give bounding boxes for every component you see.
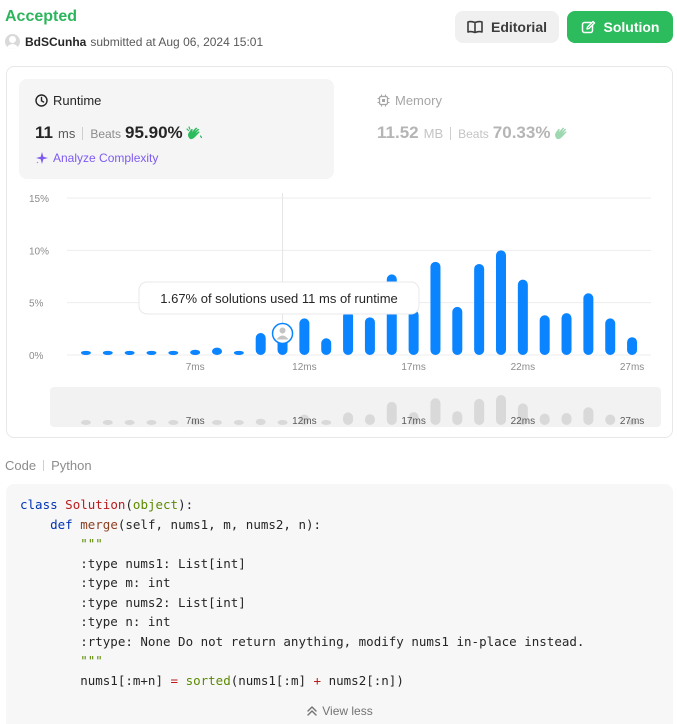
status-accepted: Accepted xyxy=(5,8,78,25)
range-bar xyxy=(321,420,332,425)
range-tick-label: 17ms xyxy=(401,416,425,427)
y-tick-label: 5% xyxy=(29,299,44,310)
range-bar xyxy=(102,420,113,425)
double-chevron-up-icon xyxy=(307,706,317,716)
range-bar xyxy=(452,411,463,425)
range-bar xyxy=(583,407,594,425)
x-tick-label: 22ms xyxy=(511,362,535,373)
username[interactable]: BdSCunha xyxy=(25,35,86,49)
chart-bar xyxy=(146,350,157,355)
code-block[interactable]: class Solution(object): def merge(self, … xyxy=(20,495,584,690)
code-label: Code xyxy=(5,458,37,473)
range-bar xyxy=(277,419,288,425)
x-tick-label: 27ms xyxy=(620,362,644,373)
range-bar xyxy=(474,398,485,425)
range-bar xyxy=(343,412,354,425)
range-bar xyxy=(80,420,91,425)
tooltip-text: 1.67% of solutions used 11 ms of runtime xyxy=(160,291,398,306)
solution-button[interactable]: Solution xyxy=(567,11,673,43)
chart-bar xyxy=(102,350,113,355)
range-tick-label: 27ms xyxy=(620,416,644,427)
y-tick-label: 15% xyxy=(29,194,49,205)
divider xyxy=(43,460,45,471)
range-tick-label: 12ms xyxy=(292,416,316,427)
range-bar xyxy=(364,414,375,425)
range-bar xyxy=(561,413,572,425)
solution-label: Solution xyxy=(603,19,660,35)
avatar[interactable] xyxy=(5,34,20,49)
range-bar xyxy=(386,401,397,425)
chart-bar xyxy=(474,263,485,355)
chart-bar xyxy=(430,261,441,355)
editorial-label: Editorial xyxy=(490,19,547,35)
range-bar xyxy=(233,420,244,425)
y-tick-label: 10% xyxy=(29,246,49,257)
runtime-distribution-chart[interactable]: 0% 5% 10% 15% 7ms 12ms 17ms 22ms 27ms 1.67% of so… xyxy=(7,67,674,439)
chart-bar xyxy=(583,293,594,355)
chart-bar xyxy=(190,349,201,355)
chart-bar xyxy=(627,337,638,355)
chart-bar xyxy=(539,315,550,355)
y-tick-label: 0% xyxy=(29,351,44,362)
book-icon xyxy=(467,20,483,34)
chart-bar xyxy=(343,311,354,355)
range-bar xyxy=(430,398,441,425)
view-less-button[interactable]: View less xyxy=(6,704,673,718)
chart-bar xyxy=(299,318,310,355)
editorial-button[interactable]: Editorial xyxy=(455,11,559,43)
range-bar xyxy=(496,395,506,425)
chart-bar xyxy=(496,250,506,355)
range-bar xyxy=(168,420,179,425)
view-less-label: View less xyxy=(322,704,373,718)
chart-bar xyxy=(168,350,179,355)
range-bar xyxy=(124,420,135,425)
chart-bar xyxy=(452,306,463,355)
x-tick-label: 17ms xyxy=(401,362,425,373)
chart-bar xyxy=(561,313,572,355)
code-language: Python xyxy=(51,458,92,473)
chart-bar xyxy=(408,309,419,355)
edit-icon xyxy=(581,20,595,33)
range-tick-label: 22ms xyxy=(511,416,535,427)
code-header: Code Python xyxy=(5,458,92,473)
range-bar xyxy=(146,420,157,425)
avatar-marker-head xyxy=(279,327,286,334)
submission-info: BdSCunha submitted at Aug 06, 2024 15:01 xyxy=(5,34,263,49)
performance-panel: Runtime 11 ms Beats 95.90% Analyze Compl… xyxy=(6,66,673,438)
chart-bar xyxy=(605,318,616,355)
range-bar xyxy=(605,414,616,425)
submitted-text: submitted at Aug 06, 2024 15:01 xyxy=(90,34,264,49)
x-tick-label: 12ms xyxy=(292,362,316,373)
range-tick-label: 7ms xyxy=(186,416,205,427)
range-bar xyxy=(212,420,222,425)
chart-bar xyxy=(233,350,244,355)
code-box: class Solution(object): def merge(self, … xyxy=(6,484,673,724)
chart-bar xyxy=(321,338,332,355)
chart-bar xyxy=(212,347,222,355)
chart-bar xyxy=(124,350,135,355)
range-bar xyxy=(255,418,266,425)
chart-bar xyxy=(80,350,91,355)
range-bar xyxy=(539,413,550,425)
chart-bar xyxy=(364,317,375,355)
chart-bar xyxy=(517,279,528,355)
x-tick-label: 7ms xyxy=(186,362,205,373)
chart-bar xyxy=(255,333,266,355)
